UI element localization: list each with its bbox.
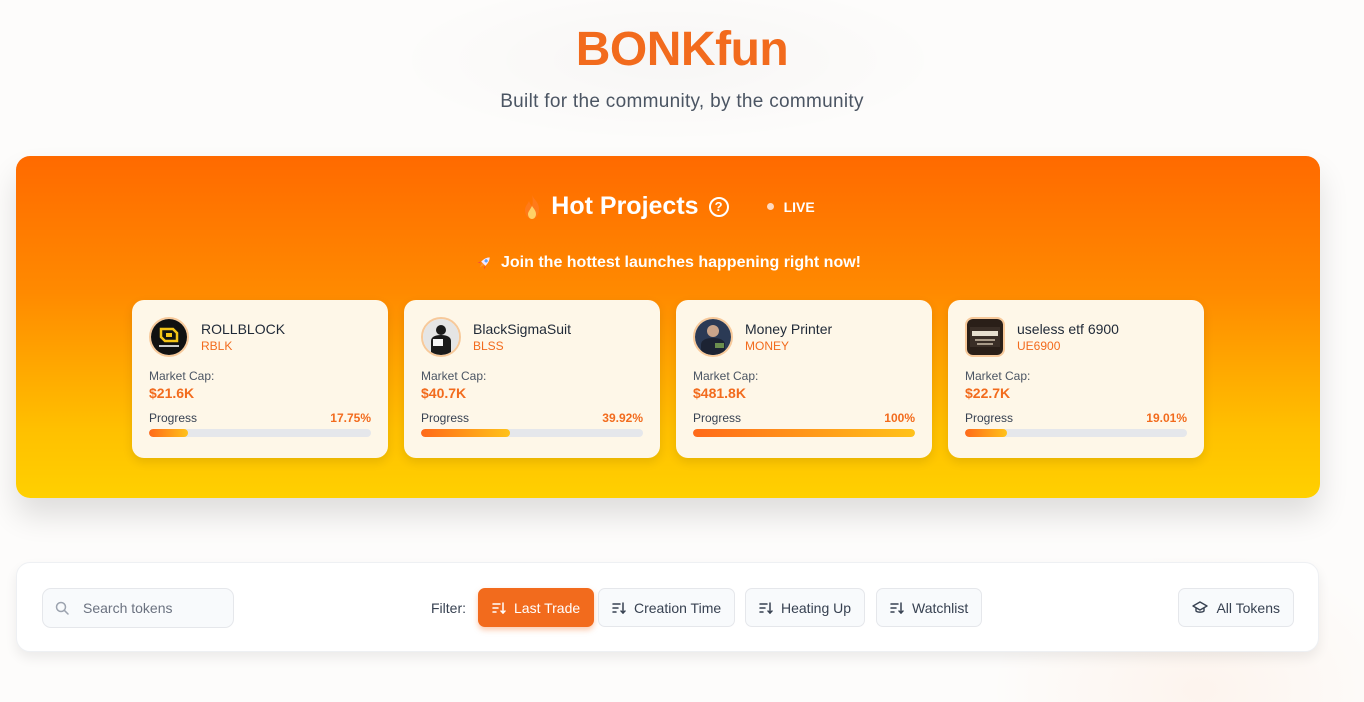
token-avatar-money-printer <box>693 317 733 357</box>
progress-bar <box>693 429 915 437</box>
token-name: Money Printer <box>745 321 833 337</box>
rocket-icon <box>477 257 490 270</box>
project-card-blacksigmasuit[interactable]: BlackSigmaSuit BLSS Market Cap: $40.7K P… <box>404 300 660 458</box>
token-avatar-blacksigmasuit <box>421 317 461 357</box>
live-indicator-dot <box>766 203 774 210</box>
search-icon <box>55 601 69 615</box>
brand-title: BONKfun <box>575 23 789 76</box>
progress-bar <box>149 429 371 437</box>
token-name: useless etf 6900 <box>1017 321 1119 337</box>
progress-bar-fill <box>693 429 915 437</box>
hot-projects-subtitle-row: Join the hottest launches happening righ… <box>16 254 1320 272</box>
help-icon[interactable]: ? <box>708 196 729 217</box>
sort-icon <box>612 601 626 614</box>
market-cap-label: Market Cap: <box>149 369 215 383</box>
card-header: Money Printer MONEY <box>693 317 915 357</box>
progress-row: Progress 39.92% <box>421 411 643 425</box>
progress-label: Progress <box>149 411 198 425</box>
progress-bar <box>421 429 643 437</box>
progress-row: Progress 17.75% <box>149 411 371 425</box>
progress-bar-fill <box>149 429 189 437</box>
graduation-cap-icon <box>1192 600 1209 613</box>
fire-icon <box>525 194 540 219</box>
progress-bar <box>965 429 1187 437</box>
filter-watchlist-button[interactable]: Watchlist <box>876 588 983 627</box>
project-card-rollblock[interactable]: ROLLBLOCK RBLK Market Cap: $21.6K Progre… <box>132 300 388 458</box>
card-header: ROLLBLOCK RBLK <box>149 317 371 357</box>
filter-option-label: Last Trade <box>514 599 581 616</box>
market-cap-label: Market Cap: <box>693 369 759 383</box>
filter-option-label: Creation Time <box>634 599 722 616</box>
token-name: ROLLBLOCK <box>201 321 286 337</box>
sort-icon <box>492 601 506 614</box>
filter-option-label: Heating Up <box>781 599 852 616</box>
brand-tagline: Built for the community, by the communit… <box>500 91 864 112</box>
project-card-money-printer[interactable]: Money Printer MONEY Market Cap: $481.8K … <box>676 300 932 458</box>
progress-percent: 39.92% <box>602 411 643 425</box>
hot-projects-panel: Hot Projects ? LIVE Join the hottest lau… <box>16 156 1320 498</box>
sort-icon <box>759 601 773 614</box>
token-filter-bar: Filter: Last Trade Creation Time Heating… <box>16 562 1319 652</box>
progress-bar-fill <box>965 429 1008 437</box>
market-cap-value: $481.8K <box>693 385 746 401</box>
project-card-useless-etf-6900[interactable]: useless etf 6900 UE6900 Market Cap: $22.… <box>948 300 1204 458</box>
hot-projects-header: Hot Projects ? LIVE <box>16 192 1320 221</box>
filter-last-trade-button[interactable]: Last Trade <box>478 588 595 627</box>
hot-project-cards: ROLLBLOCK RBLK Market Cap: $21.6K Progre… <box>132 300 1204 458</box>
market-cap-value: $21.6K <box>149 385 195 401</box>
market-cap-label: Market Cap: <box>965 369 1031 383</box>
market-cap-label: Market Cap: <box>421 369 487 383</box>
progress-percent: 100% <box>884 411 915 425</box>
progress-label: Progress <box>965 411 1014 425</box>
all-tokens-label: All Tokens <box>1216 599 1280 616</box>
filter-option-label: Watchlist <box>912 599 969 616</box>
hot-projects-title: Hot Projects <box>551 192 699 220</box>
progress-bar-fill <box>421 429 510 437</box>
card-header: useless etf 6900 UE6900 <box>965 317 1187 357</box>
progress-percent: 19.01% <box>1146 411 1187 425</box>
sort-icon <box>890 601 904 614</box>
progress-row: Progress 19.01% <box>965 411 1187 425</box>
token-ticker: MONEY <box>745 339 790 353</box>
token-ticker: RBLK <box>201 339 233 353</box>
card-header: BlackSigmaSuit BLSS <box>421 317 643 357</box>
progress-label: Progress <box>693 411 742 425</box>
token-avatar-useless-etf <box>965 317 1005 357</box>
search-input[interactable] <box>83 600 213 616</box>
token-ticker: BLSS <box>473 339 504 353</box>
filter-label: Filter: <box>431 600 466 616</box>
progress-percent: 17.75% <box>330 411 371 425</box>
all-tokens-button[interactable]: All Tokens <box>1178 588 1294 627</box>
progress-label: Progress <box>421 411 470 425</box>
token-name: BlackSigmaSuit <box>473 321 572 337</box>
live-label: LIVE <box>783 198 815 215</box>
filter-creation-time-button[interactable]: Creation Time <box>598 588 736 627</box>
market-cap-value: $22.7K <box>965 385 1011 401</box>
hot-projects-subtitle: Join the hottest launches happening righ… <box>501 254 861 271</box>
progress-row: Progress 100% <box>693 411 915 425</box>
token-avatar-rollblock <box>149 317 189 357</box>
token-ticker: UE6900 <box>1017 339 1061 353</box>
filter-heating-up-button[interactable]: Heating Up <box>745 588 866 627</box>
market-cap-value: $40.7K <box>421 385 467 401</box>
search-box[interactable] <box>42 588 234 628</box>
